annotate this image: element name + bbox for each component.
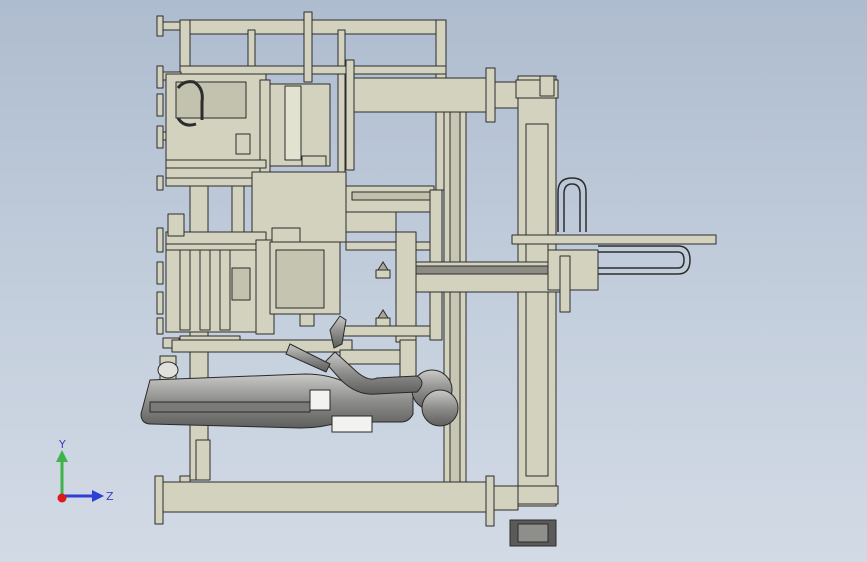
upper-horizontal-beam <box>344 67 521 123</box>
clamp-knobs <box>377 261 389 319</box>
z-axis-arrowhead <box>92 490 104 502</box>
coordinate-triad: Y Z <box>56 438 114 503</box>
z-axis-label: Z <box>106 490 114 503</box>
x-axis-dot <box>57 493 67 503</box>
upper-module <box>165 73 331 187</box>
graphics-viewport[interactable]: Y Z <box>0 0 867 562</box>
cad-model-drawing[interactable] <box>0 0 867 562</box>
bottom-beam <box>154 475 557 547</box>
center-post <box>443 111 467 485</box>
linear-rail <box>415 249 599 313</box>
y-axis-arrowhead <box>56 450 68 462</box>
horizontal-arm <box>511 234 717 245</box>
y-axis-label: Y <box>58 438 66 451</box>
